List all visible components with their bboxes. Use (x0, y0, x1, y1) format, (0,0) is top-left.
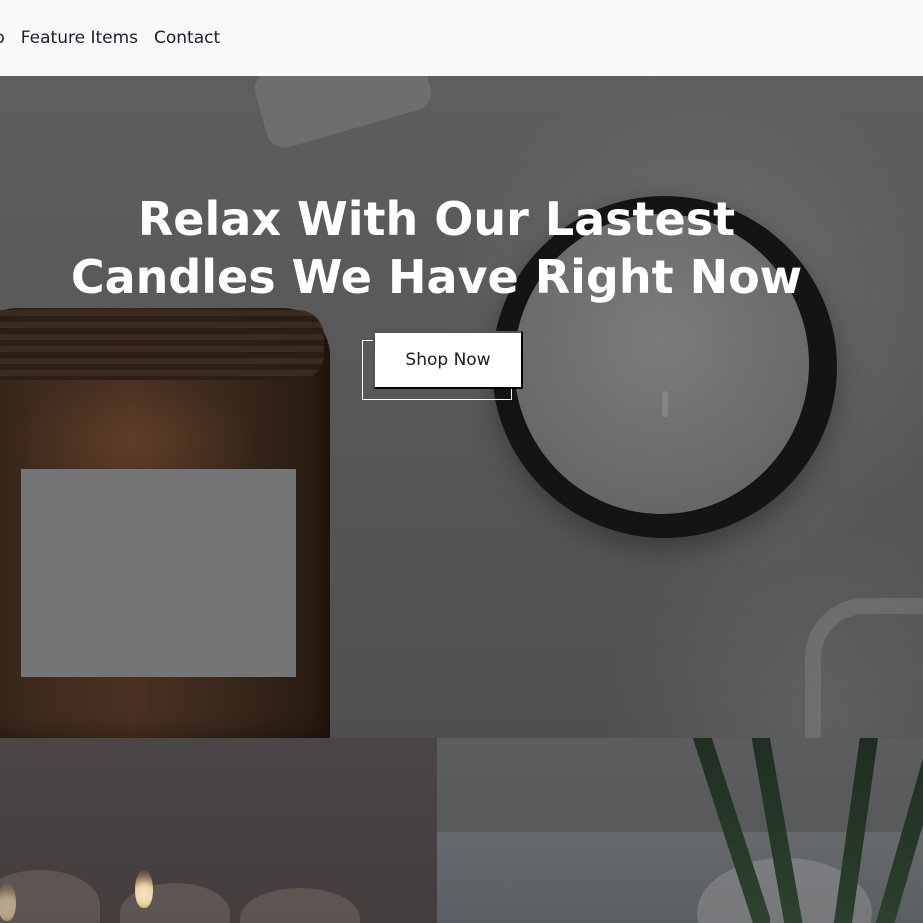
candle-flame-2 (0, 883, 16, 921)
hero-title-line-1: Relax With Our Lastest (137, 192, 736, 246)
lower-left-panel (0, 738, 437, 923)
candle-jar-label (21, 469, 296, 677)
candle-flame-1 (135, 870, 153, 908)
hero-title-line-2: Candles We Have Right Now (70, 250, 803, 304)
nav-link-feature-items[interactable]: Feature Items (21, 28, 138, 48)
hero-section: Relax With Our Lastest Candles We Have R… (0, 76, 923, 738)
nav-links: p Feature Items Contact (0, 0, 220, 76)
top-navbar: p Feature Items Contact (0, 0, 923, 76)
candle-blob-3 (240, 888, 360, 923)
page: p Feature Items Contact Relax With Our L… (0, 0, 923, 923)
nav-link-contact[interactable]: Contact (154, 28, 220, 48)
candle-tin-wick (662, 391, 668, 417)
shop-now-button[interactable]: Shop Now (373, 331, 523, 389)
hero-title: Relax With Our Lastest Candles We Have R… (0, 190, 873, 306)
decorative-right-object (805, 598, 923, 738)
nav-link-clipped[interactable]: p (0, 28, 5, 48)
shop-now-group: Shop Now (362, 331, 524, 403)
candle-jar-rim (0, 310, 324, 380)
lower-right-panel (437, 738, 923, 923)
